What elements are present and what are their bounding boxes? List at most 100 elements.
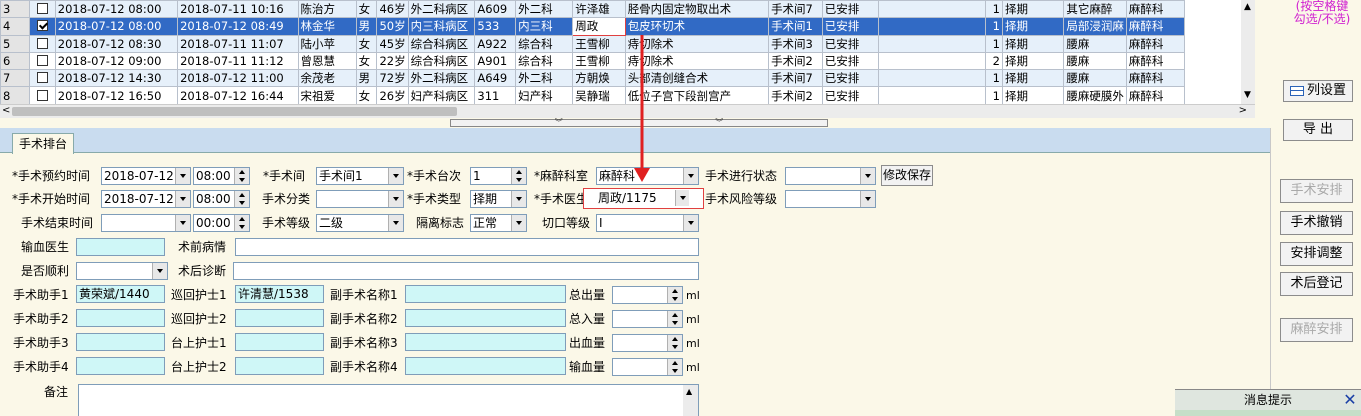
progress-select[interactable]: [785, 167, 876, 185]
checkbox-icon[interactable]: [36, 3, 48, 15]
scroll-left-icon[interactable]: <: [2, 105, 10, 116]
row-checkbox[interactable]: [29, 34, 56, 53]
transfusion-doc-field[interactable]: [76, 238, 165, 256]
assist4-field[interactable]: [76, 357, 165, 375]
room-select[interactable]: 手术间1: [316, 167, 404, 185]
seq-stepper[interactable]: 1: [470, 167, 527, 185]
appt-date-picker[interactable]: 2018-07-12: [101, 167, 191, 185]
doctor-select[interactable]: 周政/1175: [583, 188, 704, 209]
dropdown-arrow-icon[interactable]: [511, 215, 526, 231]
spinner-icon[interactable]: [667, 335, 682, 351]
scroll-down-icon[interactable]: ▼: [1244, 90, 1251, 100]
category-select[interactable]: [316, 190, 404, 208]
dropdown-arrow-icon[interactable]: [860, 168, 875, 184]
sub1-field[interactable]: [405, 285, 566, 303]
scroll-right-icon[interactable]: >: [1239, 105, 1247, 116]
dropdown-arrow-icon[interactable]: [683, 215, 698, 231]
scrub1-field[interactable]: [235, 333, 324, 351]
dropdown-arrow-icon[interactable]: [175, 191, 190, 207]
sub4-field[interactable]: [405, 357, 566, 375]
row-checkbox[interactable]: [29, 0, 56, 19]
dropdown-arrow-icon[interactable]: [683, 168, 698, 184]
total-in-stepper[interactable]: [612, 310, 683, 328]
row-checkbox[interactable]: [29, 69, 56, 88]
adjust-arrangement-button[interactable]: 安排调整: [1280, 242, 1353, 266]
spinner-icon[interactable]: [234, 168, 249, 184]
transfusion-stepper[interactable]: [612, 358, 683, 376]
scrollbar-thumb[interactable]: [12, 107, 457, 116]
spinner-icon[interactable]: [511, 168, 526, 184]
smooth-select[interactable]: [76, 262, 168, 280]
assist3-field[interactable]: [76, 333, 165, 351]
sub2-field[interactable]: [405, 309, 566, 327]
checkbox-icon[interactable]: [36, 55, 48, 67]
spinner-icon[interactable]: [667, 311, 682, 327]
start-hm-stepper[interactable]: 08:00: [193, 190, 250, 208]
incision-select[interactable]: I: [596, 214, 699, 232]
spinner-icon[interactable]: [234, 215, 249, 231]
spinner-icon[interactable]: [234, 191, 249, 207]
row-checkbox[interactable]: [29, 51, 56, 71]
isolation-select[interactable]: 正常: [470, 214, 527, 232]
dropdown-arrow-icon[interactable]: [388, 215, 403, 231]
table-row[interactable]: 6 2018-07-12 09:00 2018-07-11 11:12 曾恩慧女 22岁…: [0, 51, 1254, 71]
table-row[interactable]: 5 2018-07-12 08:30 2018-07-11 11:07 陆小苹女 45岁…: [0, 34, 1254, 53]
dropdown-arrow-icon[interactable]: [675, 190, 689, 206]
column-settings-button[interactable]: 列设置: [1283, 80, 1353, 102]
arrange-surgery-button[interactable]: 手术安排: [1280, 179, 1353, 203]
postop-register-button[interactable]: 术后登记: [1280, 272, 1353, 296]
blood-loss-stepper[interactable]: [612, 334, 683, 352]
scrub2-field[interactable]: [235, 357, 324, 375]
cell-op: 胫骨内固定物取出术: [624, 0, 770, 19]
dropdown-arrow-icon[interactable]: [388, 191, 403, 207]
close-icon[interactable]: ✕: [1342, 392, 1358, 408]
dropdown-arrow-icon[interactable]: [175, 215, 190, 231]
preop-dx-field[interactable]: [235, 238, 699, 256]
checkbox-icon[interactable]: [36, 89, 48, 101]
checkbox-icon[interactable]: [36, 20, 48, 32]
risk-select[interactable]: [785, 190, 876, 208]
op-type-select[interactable]: 择期: [470, 190, 527, 208]
table-row[interactable]: 8 2018-07-12 16:50 2018-07-12 16:44 宋祖爱女 26岁…: [0, 86, 1254, 104]
grid-vertical-scrollbar[interactable]: ▲ ▼: [1241, 0, 1255, 104]
table-row[interactable]: 3 2018-07-12 08:00 2018-07-11 10:16 陈治方女 46岁…: [0, 0, 1254, 19]
spinner-icon[interactable]: [667, 287, 682, 303]
table-row[interactable]: 4 2018-07-12 08:00 2018-07-12 08:49 林金华男 50岁…: [0, 17, 1254, 36]
dropdown-arrow-icon[interactable]: [860, 191, 875, 207]
row-checkbox[interactable]: [29, 86, 56, 104]
dropdown-arrow-icon[interactable]: [152, 263, 167, 279]
start-date-picker[interactable]: 2018-07-12: [101, 190, 191, 208]
end-hm-stepper[interactable]: 00:00: [193, 214, 250, 232]
scroll-up-icon[interactable]: ▲: [1244, 2, 1251, 12]
scroll-up-icon[interactable]: ▲: [686, 387, 692, 396]
dropdown-arrow-icon[interactable]: [511, 191, 526, 207]
checkbox-icon[interactable]: [36, 72, 48, 84]
anesthesia-arrange-button[interactable]: 麻醉安排: [1280, 318, 1353, 342]
cancel-surgery-button[interactable]: 手术撤销: [1280, 211, 1353, 235]
sub3-field[interactable]: [405, 333, 566, 351]
export-button[interactable]: 导 出: [1283, 119, 1353, 141]
end-date-picker[interactable]: [101, 214, 191, 232]
postop-dx-field[interactable]: [233, 262, 699, 280]
cell-doc: 王雪柳: [572, 51, 626, 71]
surgery-grid[interactable]: 3 2018-07-12 08:00 2018-07-11 10:16 陈治方女 46岁…: [0, 0, 1255, 104]
grid-horizontal-scrollbar[interactable]: < >: [0, 104, 1255, 118]
dropdown-arrow-icon[interactable]: [388, 168, 403, 184]
assist1-field[interactable]: 黄荣斌/1440: [76, 285, 165, 303]
circ2-field[interactable]: [235, 309, 324, 327]
row-checkbox[interactable]: [29, 17, 56, 36]
cell-age: 22岁: [376, 51, 409, 71]
checkbox-icon[interactable]: [36, 37, 48, 49]
dropdown-arrow-icon[interactable]: [175, 168, 190, 184]
table-row[interactable]: 7 2018-07-12 14:30 2018-07-12 11:00 余茂老男 72岁…: [0, 69, 1254, 88]
remark-scrollbar[interactable]: ▲: [683, 385, 698, 416]
remark-textarea[interactable]: [78, 384, 699, 416]
grade-select[interactable]: 二级: [316, 214, 404, 232]
tab-surgery-scheduling[interactable]: 手术排台: [12, 133, 74, 154]
total-out-stepper[interactable]: [612, 286, 683, 304]
save-changes-button[interactable]: 修改保存: [881, 165, 933, 186]
circ1-field[interactable]: 许清慧/1538: [235, 285, 324, 303]
appt-hm-stepper[interactable]: 08:00: [193, 167, 250, 185]
assist2-field[interactable]: [76, 309, 165, 327]
spinner-icon[interactable]: [667, 359, 682, 375]
